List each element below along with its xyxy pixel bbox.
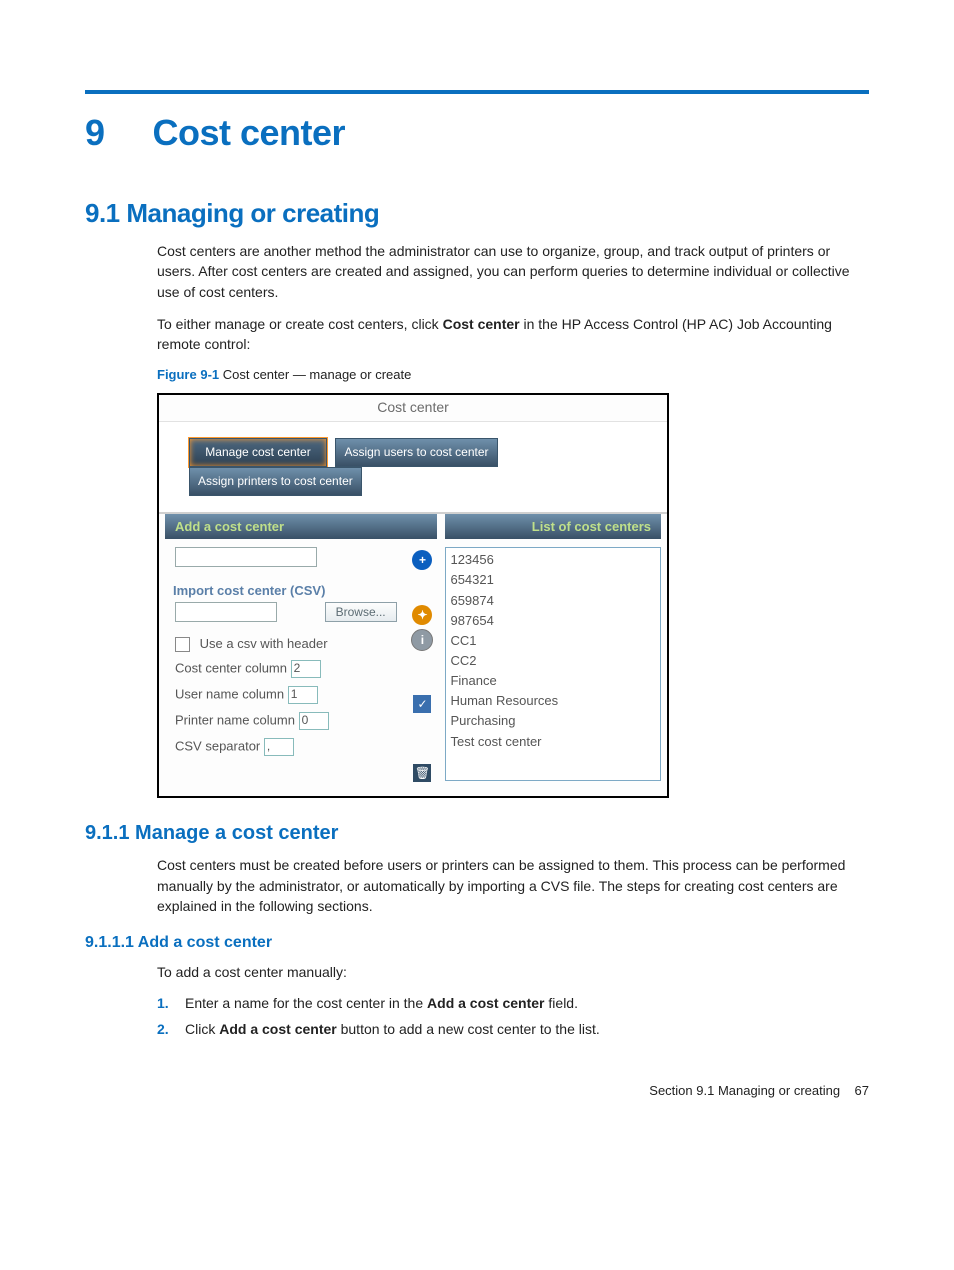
add-cost-center-input[interactable] — [175, 547, 317, 567]
import-file-input[interactable] — [175, 602, 277, 622]
section-9-1-heading: 9.1 Managing or creating — [85, 198, 869, 229]
user-name-column-label: User name column — [175, 687, 284, 702]
list-item[interactable]: Test cost center — [450, 732, 656, 752]
csv-separator-input[interactable]: , — [264, 738, 294, 756]
footer-page-number: 67 — [855, 1083, 869, 1098]
cost-center-column-label: Cost center column — [175, 661, 287, 676]
section-9-1-para-1: Cost centers are another method the admi… — [157, 241, 869, 302]
chapter-title: Cost center — [153, 112, 346, 153]
page-footer: Section 9.1 Managing or creating 67 — [85, 1083, 869, 1098]
add-cost-center-steps: 1. Enter a name for the cost center in t… — [157, 995, 869, 1037]
section-9-1-para-2: To either manage or create cost centers,… — [157, 314, 869, 355]
add-cost-center-icon[interactable]: + — [412, 550, 432, 570]
delete-icon[interactable]: 🗑 — [413, 764, 431, 782]
footer-section-ref: Section 9.1 Managing or creating — [649, 1083, 840, 1098]
step-2: 2. Click Add a cost center button to add… — [157, 1021, 869, 1037]
list-item[interactable]: CC2 — [450, 651, 656, 671]
tab-assign-printers[interactable]: Assign printers to cost center — [189, 467, 362, 496]
use-csv-header-checkbox[interactable] — [175, 637, 190, 652]
list-item[interactable]: Purchasing — [450, 711, 656, 731]
info-icon[interactable]: i — [411, 629, 433, 651]
panel-add-cost-center-header: Add a cost center — [165, 514, 437, 539]
add-cost-center-intro: To add a cost center manually: — [157, 962, 869, 982]
user-name-column-input[interactable]: 1 — [288, 686, 318, 704]
screenshot-tab-bar: Manage cost center Assign users to cost … — [159, 422, 667, 514]
screenshot-title: Cost center — [159, 395, 667, 422]
list-item[interactable]: 659874 — [450, 591, 656, 611]
list-item[interactable]: 987654 — [450, 611, 656, 631]
list-item[interactable]: Human Resources — [450, 691, 656, 711]
tab-manage-cost-center[interactable]: Manage cost center — [189, 438, 327, 467]
panel-list-header: List of cost centers — [445, 514, 661, 539]
browse-button[interactable]: Browse... — [325, 602, 397, 622]
chapter-heading: 9 Cost center — [85, 112, 869, 154]
apply-icon[interactable]: ✓ — [413, 695, 431, 713]
screenshot-cost-center: Cost center Manage cost center Assign us… — [157, 393, 669, 798]
list-item[interactable]: Finance — [450, 671, 656, 691]
section-9-1-1-para: Cost centers must be created before user… — [157, 855, 869, 916]
csv-separator-label: CSV separator — [175, 739, 260, 754]
section-9-1-1-heading: 9.1.1 Manage a cost center — [85, 822, 869, 845]
printer-name-column-label: Printer name column — [175, 713, 295, 728]
import-go-icon[interactable]: ✦ — [412, 605, 432, 625]
section-9-1-1-1-heading: 9.1.1.1 Add a cost center — [85, 934, 869, 952]
list-item[interactable]: 654321 — [450, 570, 656, 590]
figure-label: Figure 9-1 — [157, 367, 219, 382]
step-1: 1. Enter a name for the cost center in t… — [157, 995, 869, 1011]
tab-assign-users[interactable]: Assign users to cost center — [335, 438, 497, 467]
figure-caption: Figure 9-1 Cost center — manage or creat… — [157, 366, 869, 385]
list-item[interactable]: CC1 — [450, 631, 656, 651]
cost-center-listbox[interactable]: 123456 654321 659874 987654 CC1 CC2 Fina… — [445, 547, 661, 781]
chapter-number: 9 — [85, 112, 143, 154]
use-csv-header-label: Use a csv with header — [200, 636, 328, 651]
printer-name-column-input[interactable]: 0 — [299, 712, 329, 730]
cost-center-column-input[interactable]: 2 — [291, 660, 321, 678]
top-rule — [85, 90, 869, 94]
list-item[interactable]: 123456 — [450, 550, 656, 570]
import-cost-center-title: Import cost center (CSV) — [173, 583, 437, 598]
